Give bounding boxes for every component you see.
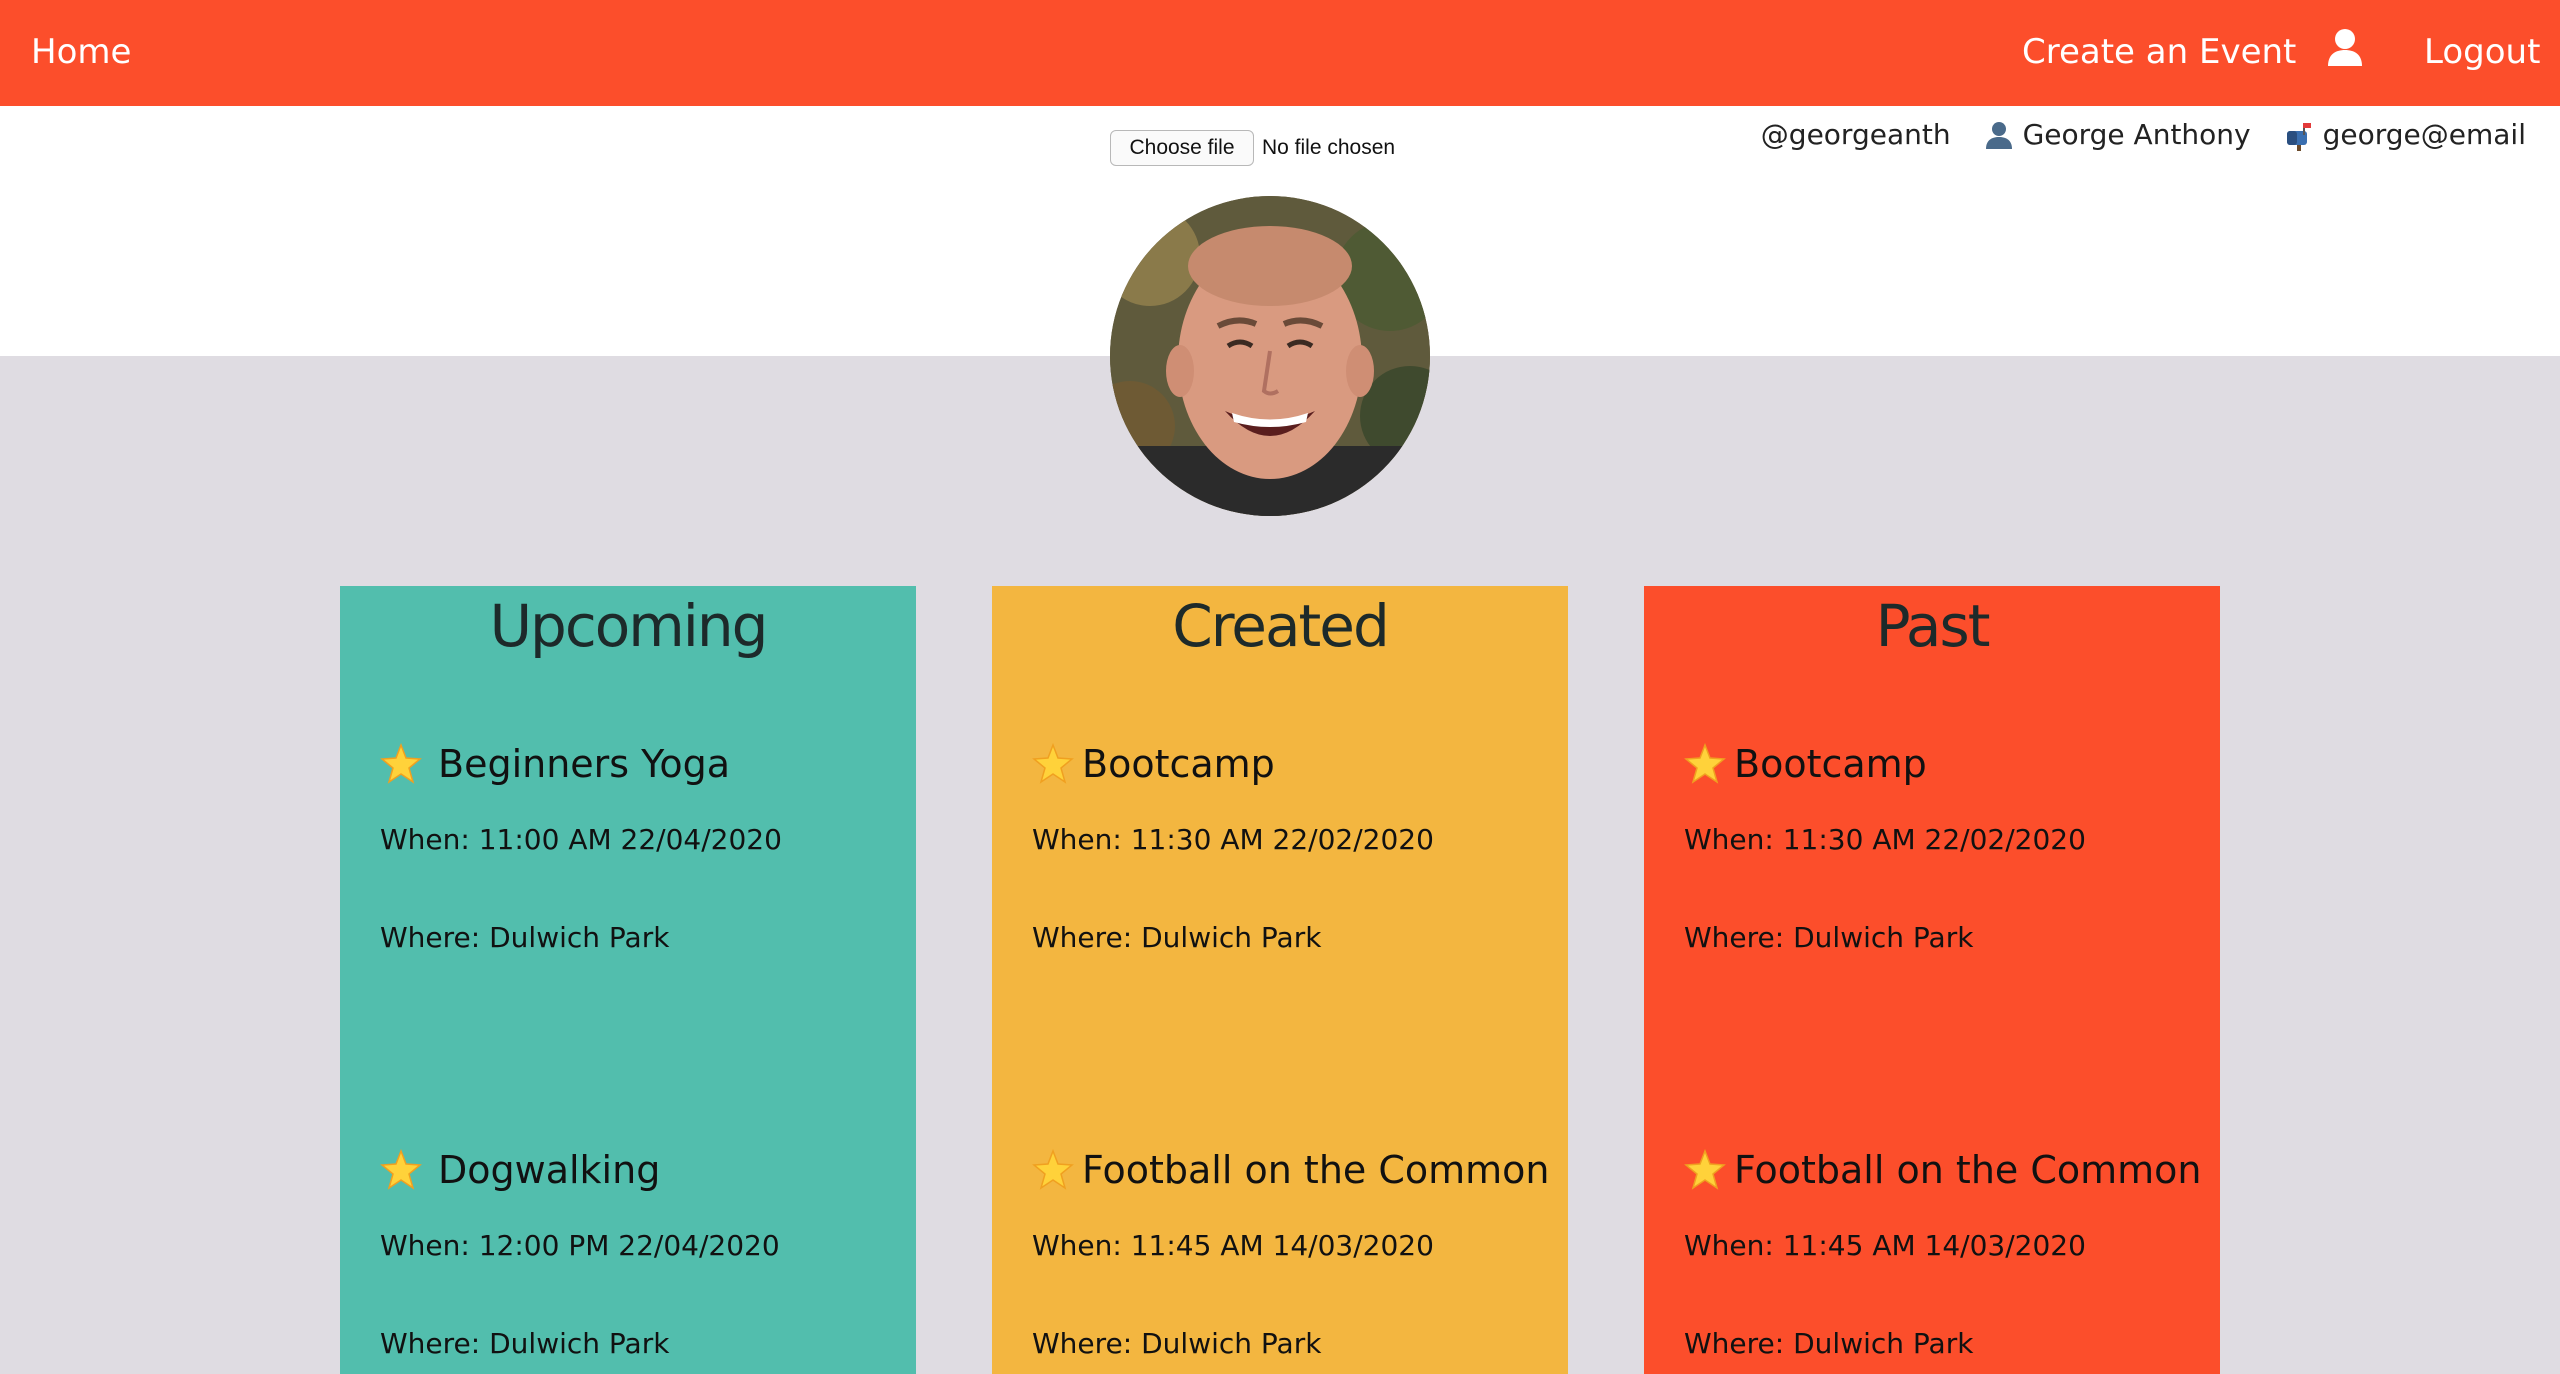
event-where: Where: Dulwich Park (1032, 1327, 1322, 1360)
event-title[interactable]: Dogwalking (380, 1144, 900, 1196)
star-icon (1032, 743, 1074, 784)
event-where: Where: Dulwich Park (1032, 921, 1322, 954)
past-events-column: Past Bootcamp When: 11:30 AM 22/02/2020 … (1644, 586, 2220, 1374)
event-where: Where: Dulwich Park (1684, 921, 1974, 954)
event-card[interactable]: Bootcamp When: 11:30 AM 22/02/2020 Where… (1684, 738, 2204, 954)
column-title: Created (1172, 592, 1390, 660)
event-when: When: 11:00 AM 22/04/2020 (380, 823, 782, 856)
star-icon (1684, 743, 1726, 784)
star-icon (380, 743, 422, 784)
person-icon (1985, 122, 2012, 149)
file-status-text: No file chosen (1262, 136, 1396, 159)
profile-avatar (1110, 196, 1430, 516)
event-title[interactable]: Football on the Common (1684, 1144, 2204, 1196)
nav-home-link[interactable]: Home (31, 28, 131, 76)
user-name: George Anthony (1983, 114, 2251, 156)
star-icon (380, 1149, 422, 1190)
event-title[interactable]: Football on the Common (1032, 1144, 1552, 1196)
event-when: When: 11:45 AM 14/03/2020 (1032, 1229, 1434, 1262)
event-name: Football on the Common (1734, 1148, 2202, 1192)
event-card[interactable]: Bootcamp When: 11:30 AM 22/02/2020 Where… (1032, 738, 1552, 954)
event-title[interactable]: Beginners Yoga (380, 738, 900, 790)
nav-create-event-link[interactable]: Create an Event (2022, 28, 2296, 76)
event-where: Where: Dulwich Park (380, 1327, 670, 1360)
choose-file-button[interactable]: Choose file (1110, 130, 1254, 166)
event-card[interactable]: Beginners Yoga When: 11:00 AM 22/04/2020… (380, 738, 900, 954)
mailbox-icon (2286, 123, 2311, 151)
event-name: Dogwalking (438, 1148, 661, 1192)
event-when: When: 12:00 PM 22/04/2020 (380, 1229, 780, 1262)
top-navbar: Home Create an Event Logout (0, 0, 2560, 106)
user-email: george@email (2283, 114, 2526, 156)
event-card[interactable]: Football on the Common When: 11:45 AM 14… (1032, 1144, 1552, 1360)
event-when: When: 11:30 AM 22/02/2020 (1684, 823, 2086, 856)
event-where: Where: Dulwich Park (380, 921, 670, 954)
column-title: Past (1875, 592, 1991, 660)
event-where: Where: Dulwich Park (1684, 1327, 1974, 1360)
event-card[interactable]: Dogwalking When: 12:00 PM 22/04/2020 Whe… (380, 1144, 900, 1360)
column-title: Upcoming (489, 592, 769, 660)
nav-logout-link[interactable]: Logout (2424, 28, 2540, 76)
event-name: Beginners Yoga (438, 742, 730, 786)
user-email-text: george@email (2322, 118, 2526, 151)
upcoming-events-column: Upcoming Beginners Yoga When: 11:00 AM 2… (340, 586, 916, 1374)
user-info-bar: @georgeanth George Anthony george@email (1761, 114, 2526, 156)
event-when: When: 11:45 AM 14/03/2020 (1684, 1229, 2086, 1262)
event-when: When: 11:30 AM 22/02/2020 (1032, 823, 1434, 856)
user-profile-icon[interactable] (2326, 28, 2364, 68)
profile-photo (1110, 196, 1430, 516)
event-card[interactable]: Football on the Common When: 11:45 AM 14… (1684, 1144, 2204, 1360)
event-name: Bootcamp (1734, 742, 1927, 786)
user-name-text: George Anthony (2022, 118, 2251, 151)
created-events-column: Created Bootcamp When: 11:30 AM 22/02/20… (992, 586, 1568, 1374)
user-handle: @georgeanth (1761, 114, 1951, 156)
star-icon (1032, 1149, 1074, 1190)
star-icon (1684, 1149, 1726, 1190)
event-name: Bootcamp (1082, 742, 1275, 786)
event-title[interactable]: Bootcamp (1032, 738, 1552, 790)
user-handle-text: @georgeanth (1760, 118, 1951, 151)
event-title[interactable]: Bootcamp (1684, 738, 2204, 790)
event-name: Football on the Common (1082, 1148, 1550, 1192)
